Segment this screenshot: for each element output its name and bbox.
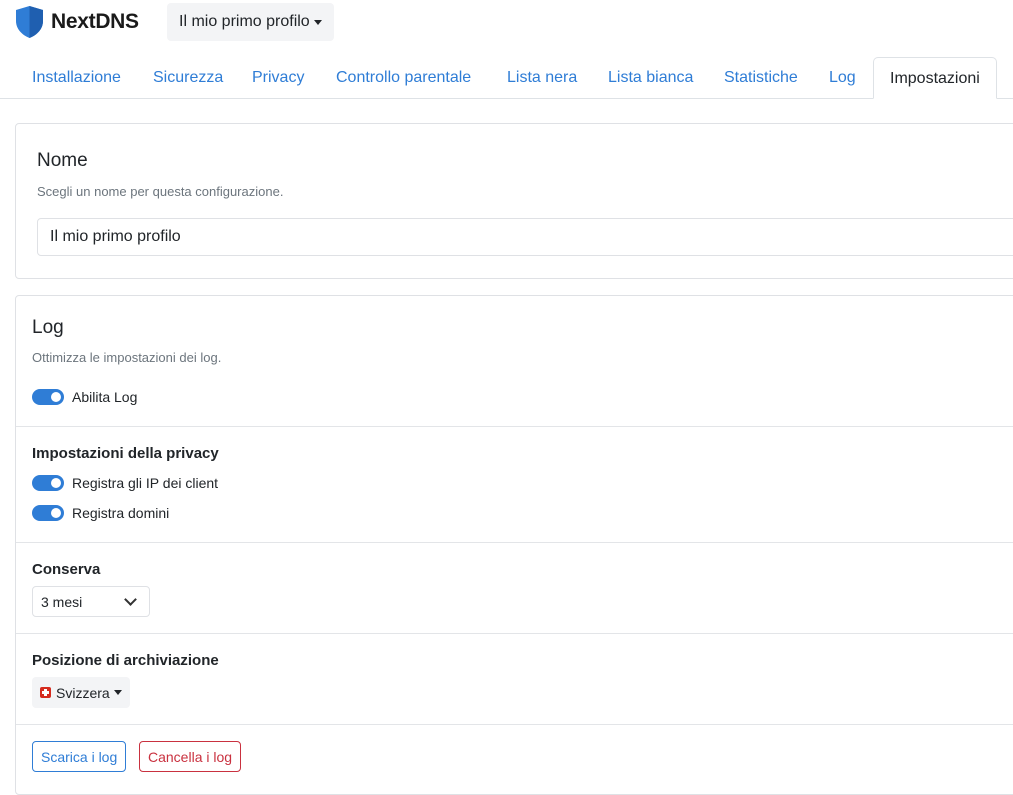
brand-name: NextDNS	[51, 10, 139, 33]
tab-lista-nera[interactable]: Lista nera	[507, 57, 577, 99]
privacy-settings-title: Impostazioni della privacy	[32, 445, 219, 462]
log-client-ips-switch[interactable]	[32, 475, 64, 491]
name-card-description: Scegli un nome per questa configurazione…	[37, 184, 284, 199]
log-card-description: Ottimizza le impostazioni dei log.	[32, 350, 222, 365]
divider	[16, 724, 1013, 725]
retention-title: Conserva	[32, 561, 101, 578]
storage-location-dropdown[interactable]: Svizzera	[32, 677, 130, 708]
caret-down-icon	[313, 19, 322, 25]
divider	[16, 426, 1013, 427]
enable-logs-toggle-row: Abilita Log	[32, 388, 137, 406]
top-bar: NextDNS Il mio primo profilo	[0, 0, 1013, 44]
profile-selector[interactable]: Il mio primo profilo	[167, 3, 334, 41]
tab-log[interactable]: Log	[829, 57, 856, 99]
storage-location-title: Posizione di archiviazione	[32, 652, 219, 669]
log-domains-label: Registra domini	[72, 505, 170, 521]
tab-controllo-parentale[interactable]: Controllo parentale	[336, 57, 471, 99]
shield-icon	[16, 6, 43, 38]
enable-logs-switch[interactable]	[32, 389, 64, 405]
tab-lista-bianca[interactable]: Lista bianca	[608, 57, 693, 99]
tab-installazione[interactable]: Installazione	[32, 57, 121, 99]
log-domains-switch[interactable]	[32, 505, 64, 521]
chevron-down-icon	[124, 593, 137, 606]
enable-logs-label: Abilita Log	[72, 389, 138, 405]
profile-name-input[interactable]	[37, 218, 1013, 256]
download-logs-button[interactable]: Scarica i log	[32, 741, 127, 772]
tab-impostazioni[interactable]: Impostazioni	[873, 57, 997, 99]
name-card-title: Nome	[37, 150, 88, 171]
tab-statistiche[interactable]: Statistiche	[724, 57, 798, 99]
divider	[16, 542, 1013, 543]
log-domains-row: Registra domini	[32, 504, 169, 522]
log-card: Log Ottimizza le impostazioni dei log. A…	[15, 295, 1013, 795]
swiss-flag-icon	[40, 687, 51, 698]
caret-down-icon	[113, 690, 122, 695]
name-card: Nome Scegli un nome per questa configura…	[15, 123, 1013, 279]
divider	[16, 633, 1013, 634]
tab-privacy[interactable]: Privacy	[252, 57, 304, 99]
log-client-ips-label: Registra gli IP dei client	[72, 475, 219, 491]
profile-selector-label: Il mio primo profilo	[179, 13, 310, 30]
retention-selected-value: 3 mesi	[41, 593, 83, 610]
clear-logs-button[interactable]: Cancella i log	[139, 741, 242, 772]
tab-sicurezza[interactable]: Sicurezza	[153, 57, 223, 99]
retention-select[interactable]: 3 mesi	[32, 586, 150, 617]
log-client-ips-row: Registra gli IP dei client	[32, 474, 218, 492]
log-card-title: Log	[32, 317, 64, 338]
brand-logo[interactable]: NextDNS	[16, 6, 139, 38]
storage-location-label: Svizzera	[56, 684, 110, 701]
nav-tabs: Installazione Sicurezza Privacy Controll…	[0, 57, 1013, 99]
